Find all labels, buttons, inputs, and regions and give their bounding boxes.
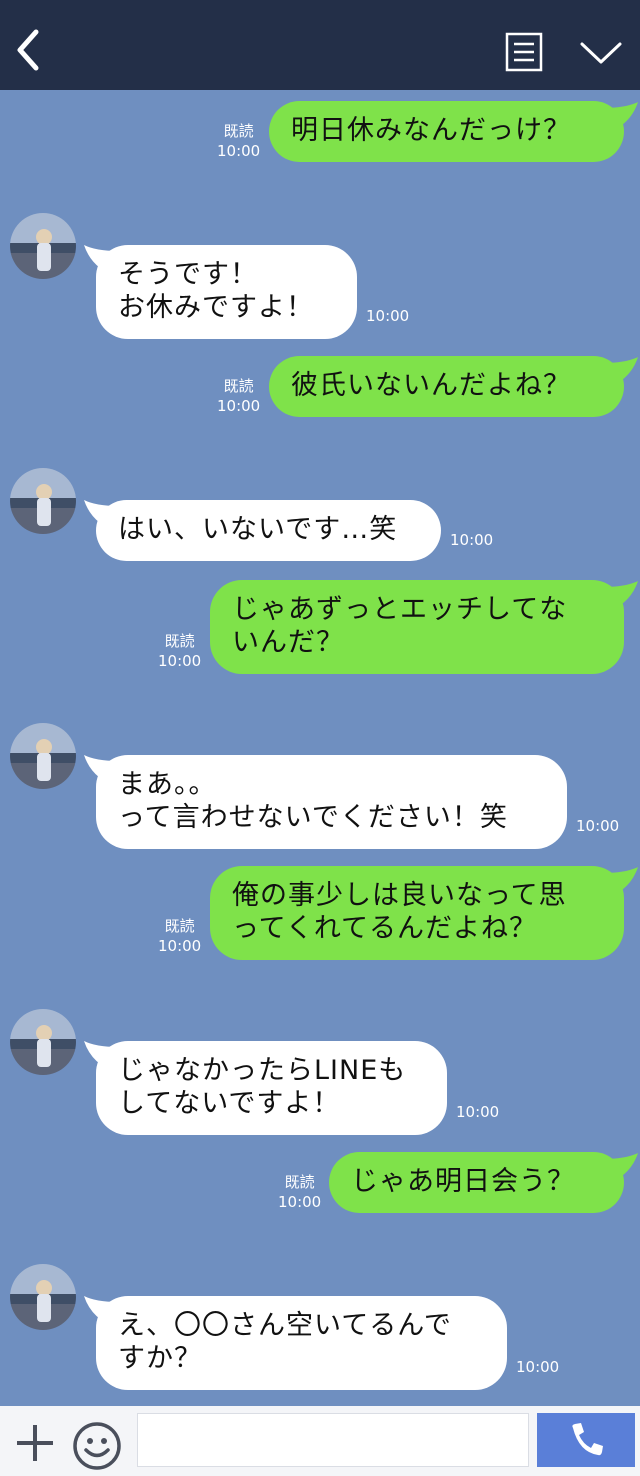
message-time: 10:00 [366, 307, 410, 325]
plus-icon [17, 1425, 53, 1461]
list-icon [505, 32, 543, 72]
message-bubble-sent[interactable]: 明日休みなんだっけ？ [269, 101, 624, 162]
collapse-button[interactable] [578, 38, 624, 68]
message-bubble-received[interactable]: え、〇〇さん空いてるんで すか？ [96, 1296, 507, 1390]
read-receipt: 既読 [164, 917, 195, 935]
message-input[interactable] [137, 1413, 529, 1467]
message-time: 10:00 [158, 652, 202, 670]
read-receipt: 既読 [223, 122, 254, 140]
input-bar [0, 1406, 640, 1476]
message-time: 10:00 [576, 817, 620, 835]
message-meta: 既読 10:00 [278, 1172, 321, 1212]
read-receipt: 既読 [164, 632, 195, 650]
message-time: 10:00 [278, 1193, 322, 1211]
message-meta: 既読 10:00 [217, 376, 260, 416]
message-time: 10:00 [217, 142, 261, 160]
message-bubble-received[interactable]: まあ。。 って言わせないでください！笑 [96, 755, 567, 849]
message-bubble-sent[interactable]: じゃあずっとエッチしてな いんだ？ [210, 580, 624, 674]
chat-header [0, 0, 640, 90]
message-meta: 既読 10:00 [158, 631, 201, 671]
profile-photo [10, 1009, 76, 1075]
avatar[interactable] [10, 1009, 76, 1075]
back-button[interactable] [12, 28, 48, 72]
call-button[interactable] [537, 1413, 635, 1467]
chevron-left-icon [17, 29, 39, 71]
chat-area[interactable]: 既読 10:00 明日休みなんだっけ？ そうです！ お休みですよ！ 10:00 … [0, 90, 640, 1406]
profile-photo [10, 1264, 76, 1330]
avatar[interactable] [10, 213, 76, 279]
profile-photo [10, 723, 76, 789]
smiley-icon [73, 1422, 121, 1470]
message-time: 10:00 [217, 397, 261, 415]
message-time: 10:00 [456, 1103, 500, 1121]
avatar[interactable] [10, 723, 76, 789]
message-bubble-received[interactable]: はい、いないです…笑 [96, 500, 441, 561]
avatar[interactable] [10, 468, 76, 534]
read-receipt: 既読 [223, 377, 254, 395]
attach-button[interactable] [14, 1422, 56, 1464]
chevron-down-icon [580, 42, 622, 64]
profile-photo [10, 468, 76, 534]
message-bubble-sent[interactable]: 彼氏いないんだよね？ [269, 356, 624, 417]
message-meta: 既読 10:00 [217, 121, 260, 161]
message-meta: 既読 10:00 [158, 916, 201, 956]
read-receipt: 既読 [284, 1173, 315, 1191]
menu-button[interactable] [505, 32, 543, 72]
message-time: 10:00 [516, 1358, 560, 1376]
message-bubble-sent[interactable]: 俺の事少しは良いなって思 ってくれてるんだよね？ [210, 866, 624, 960]
message-time: 10:00 [158, 937, 202, 955]
phone-icon [572, 1423, 603, 1456]
message-bubble-received[interactable]: そうです！ お休みですよ！ [96, 245, 357, 339]
avatar[interactable] [10, 1264, 76, 1330]
emoji-button[interactable] [72, 1421, 122, 1471]
message-bubble-received[interactable]: じゃなかったらLINEも してないですよ！ [96, 1041, 447, 1135]
profile-photo [10, 213, 76, 279]
message-bubble-sent[interactable]: じゃあ明日会う？ [329, 1152, 624, 1213]
message-time: 10:00 [450, 531, 494, 549]
